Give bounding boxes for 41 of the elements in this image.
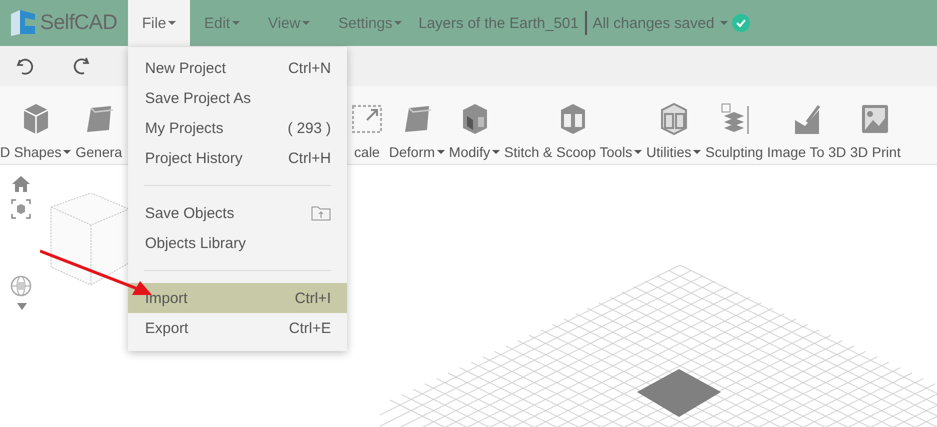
check-icon: [732, 14, 750, 32]
square-object[interactable]: [637, 369, 721, 419]
menu-option[interactable]: Project History Ctrl+H: [128, 143, 347, 173]
tool-button[interactable]: Genera: [73, 100, 124, 164]
tool-button[interactable]: cale: [347, 100, 387, 164]
tool-button[interactable]: 3D Print: [848, 100, 903, 164]
menu-item[interactable]: File: [128, 0, 190, 46]
caret-icon: [720, 21, 728, 25]
caret-icon: [394, 21, 402, 25]
caret-icon: [436, 150, 445, 154]
tool-button[interactable]: Stitch & Scoop Tools: [502, 100, 644, 164]
menu-option[interactable]: Save Objects: [128, 198, 347, 228]
tool-button[interactable]: Deform: [387, 100, 447, 164]
caret-icon: [634, 150, 642, 154]
menu-option[interactable]: Save Project As: [128, 83, 347, 113]
menu-option[interactable]: Import Ctrl+I: [128, 283, 347, 313]
project-title: Layers of the Earth_501: [417, 14, 579, 32]
tool-button[interactable]: D Shapes: [0, 100, 74, 164]
tool-button[interactable]: Sculpting: [703, 100, 766, 164]
caret-icon: [492, 150, 500, 154]
logo-icon: [8, 8, 38, 38]
tool-button[interactable]: Image To 3D: [765, 100, 848, 164]
home-icon[interactable]: [11, 175, 31, 193]
undo-icon[interactable]: [14, 56, 34, 76]
logo-text: SelfCAD: [40, 11, 118, 35]
redo-icon[interactable]: [72, 56, 92, 76]
menu-option[interactable]: New Project Ctrl+N: [128, 53, 347, 83]
tool-button[interactable]: Utilities: [644, 100, 704, 164]
menu-option[interactable]: Export Ctrl+E: [128, 313, 347, 343]
caret-icon[interactable]: [17, 303, 27, 310]
caret-icon: [693, 150, 702, 154]
caret-icon: [63, 150, 72, 154]
menu-option[interactable]: My Projects ( 293 ): [128, 113, 347, 143]
focus-icon[interactable]: [11, 199, 31, 219]
caret-icon: [302, 21, 310, 25]
caret-icon: [232, 21, 240, 25]
caret-icon: [168, 21, 176, 25]
globe-icon[interactable]: [10, 275, 32, 297]
menu-option[interactable]: Objects Library: [128, 228, 347, 258]
folder-icon[interactable]: [311, 205, 331, 221]
tool-button[interactable]: Modify: [446, 100, 502, 164]
